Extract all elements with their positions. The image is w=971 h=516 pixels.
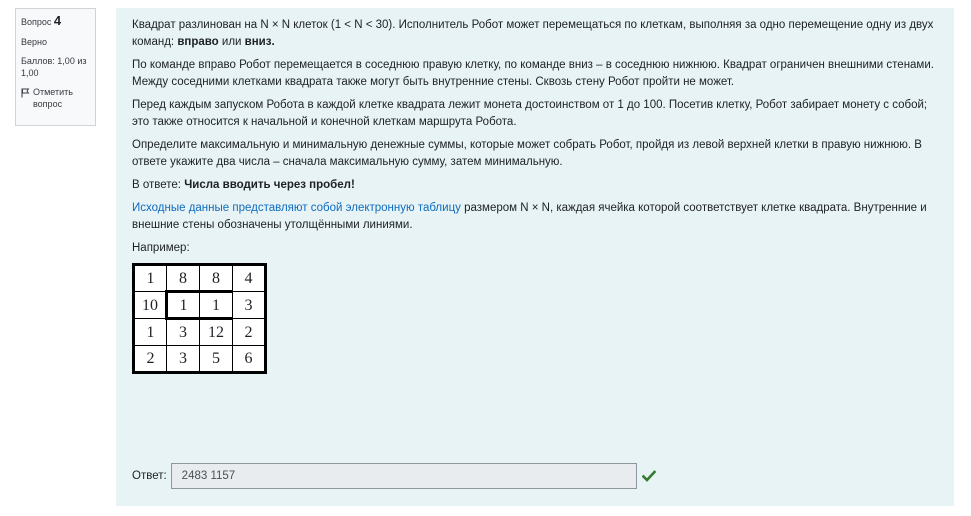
grid-cell: 1: [133, 318, 167, 346]
answer-note-bold: Числа вводить через пробел!: [184, 179, 355, 191]
flag-question-link[interactable]: Отметить вопрос: [21, 86, 90, 110]
answer-input[interactable]: [170, 463, 637, 489]
question-info-panel: Вопрос 4 Верно Баллов: 1,00 из 1,00 Отме…: [15, 8, 96, 126]
spreadsheet-link[interactable]: Исходные данные представляют собой элект…: [132, 202, 461, 214]
question-prefix: Вопрос: [21, 17, 52, 27]
grid-cell: 3: [166, 318, 200, 346]
grid-cell: 1: [166, 290, 200, 320]
grid-cell: 6: [232, 345, 266, 373]
grid-cell: 8: [199, 264, 233, 292]
question-content: Квадрат разлинован на N × N клеток (1 < …: [116, 8, 954, 506]
question-paragraph-3: Перед каждым запуском Робота в каждой кл…: [132, 99, 928, 128]
command-down: вниз.: [244, 36, 275, 48]
grid-cell: 10: [133, 291, 168, 319]
grid-cell: 3: [232, 291, 266, 319]
question-grade: Баллов: 1,00 из 1,00: [21, 56, 87, 78]
question-number-value: 4: [53, 13, 62, 28]
flag-question-label[interactable]: Отметить вопрос: [33, 86, 90, 110]
grid-cell: 8: [166, 264, 200, 292]
grid-cell: 12: [199, 318, 233, 346]
question-number: Вопрос 4: [21, 13, 90, 28]
answer-label: Ответ:: [132, 469, 167, 482]
example-grid: 1 8 8 4 10 1 1 3 1 3 12 2 2 3 5 6: [132, 263, 267, 374]
question-state: Верно: [21, 37, 47, 47]
answer-note-prefix: В ответе:: [132, 179, 185, 191]
grid-cell: 2: [232, 318, 266, 346]
grid-cell: 5: [199, 345, 233, 373]
grid-cell: 1: [133, 264, 167, 292]
question-paragraph-2: По команде вправо Робот перемещается в с…: [132, 59, 934, 88]
grid-cell: 4: [232, 264, 266, 292]
question-paragraph-4: Определите максимальную и минимальную де…: [132, 139, 922, 168]
example-label: Например:: [132, 242, 190, 254]
question-paragraph-5: В ответе: Числа вводить через пробел!: [132, 177, 939, 194]
grid-cell: 2: [133, 345, 167, 373]
flag-icon: [21, 88, 30, 98]
answer-row: Ответ:: [132, 463, 656, 489]
grid-row: 1 8 8 4: [133, 264, 266, 292]
grid-cell: 1: [199, 290, 233, 320]
grid-cell: 3: [166, 345, 200, 373]
grid-row: 2 3 5 6: [133, 345, 266, 373]
command-right: вправо: [177, 36, 219, 48]
question-paragraph-6: Исходные данные представляют собой элект…: [132, 200, 939, 234]
question-paragraph-1: Квадрат разлинован на N × N клеток (1 < …: [132, 17, 939, 51]
grid-row: 10 1 1 3: [133, 290, 266, 320]
paragraph-1-or: или: [218, 36, 245, 48]
grid-row: 1 3 12 2: [133, 318, 266, 346]
correct-check-icon: [641, 470, 656, 482]
